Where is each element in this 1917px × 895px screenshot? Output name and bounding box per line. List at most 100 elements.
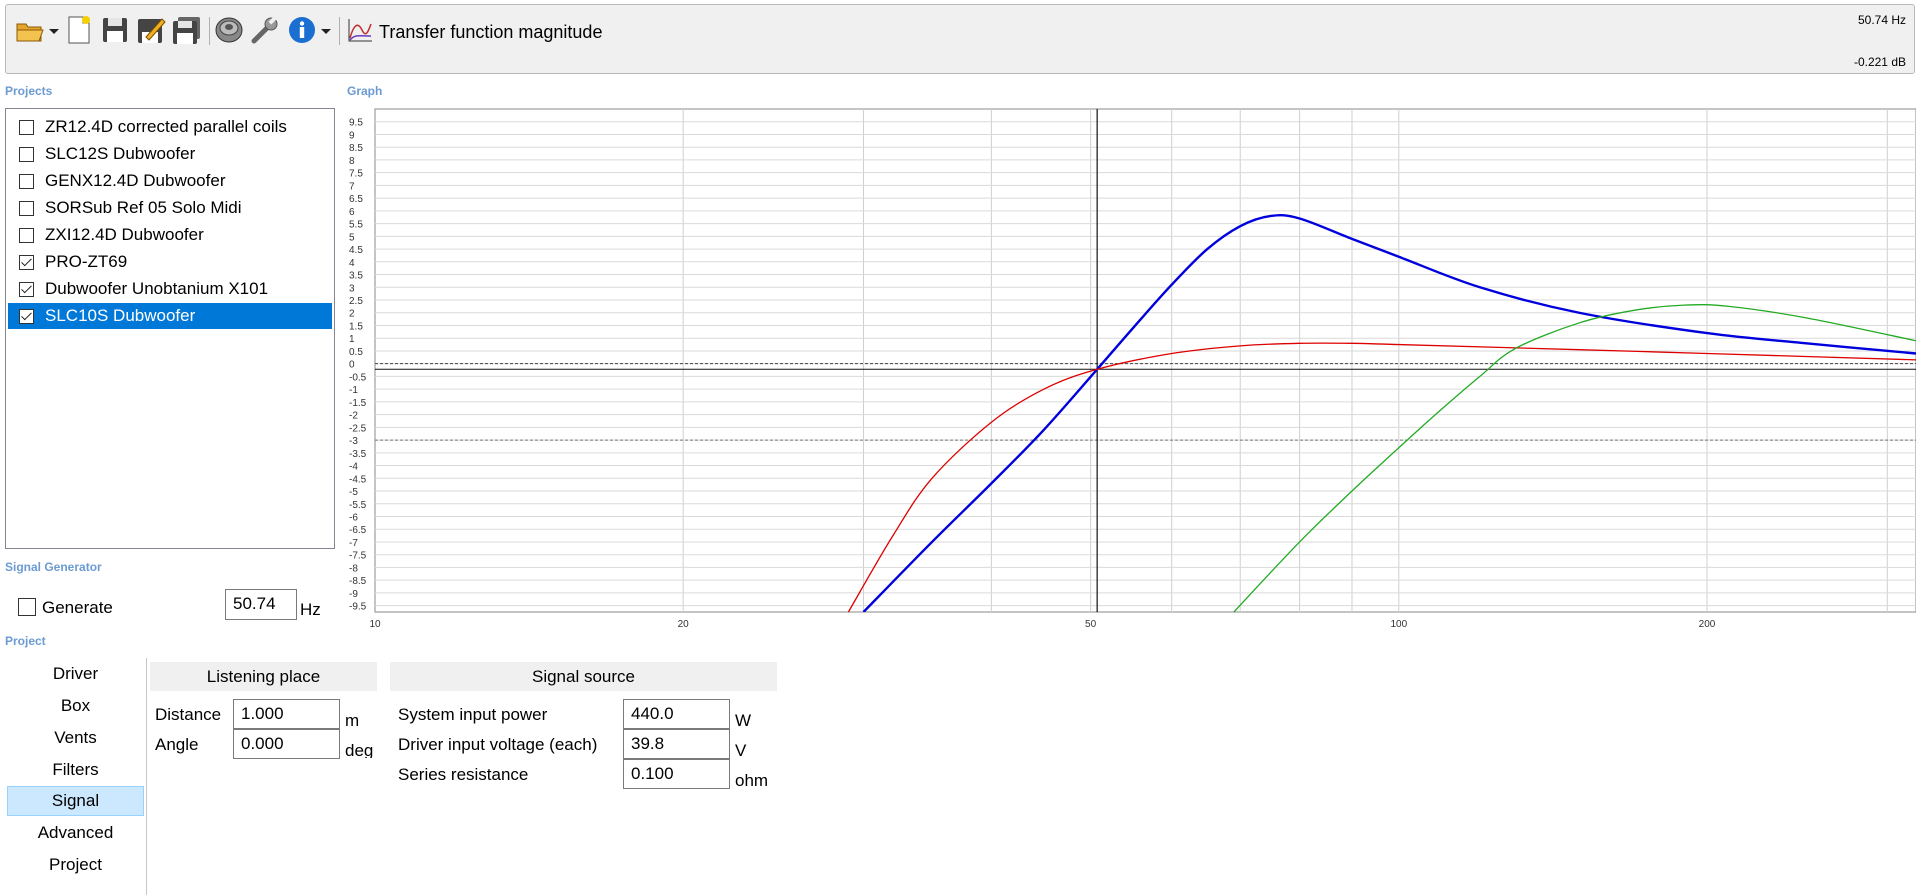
open-folder-icon[interactable]: [14, 13, 46, 47]
y-tick-label: -4.5: [349, 474, 367, 485]
tab-driver[interactable]: Driver: [7, 659, 144, 689]
speaker-icon[interactable]: [213, 13, 245, 47]
y-tick-label: 2: [349, 309, 355, 320]
listening-place-header: Listening place: [150, 662, 377, 691]
info-dropdown-arrow[interactable]: [321, 29, 331, 34]
y-tick-label: 1.5: [349, 321, 363, 332]
system-input-power-label: System input power: [398, 705, 548, 724]
save-icon[interactable]: [99, 13, 131, 47]
projects-list[interactable]: ZR12.4D corrected parallel coils SLC12S …: [5, 108, 335, 549]
angle-unit: deg: [345, 741, 374, 758]
y-tick-label: -5: [349, 487, 358, 498]
project-item[interactable]: GENX12.4D Dubwoofer: [8, 168, 332, 194]
project-item-selected[interactable]: SLC10S Dubwoofer: [8, 303, 332, 329]
y-tick-label: -3: [349, 436, 358, 447]
project-name: ZR12.4D corrected parallel coils: [45, 117, 287, 136]
y-tick-label: 6.5: [349, 194, 363, 205]
y-tick-label: 7: [349, 181, 355, 192]
x-tick-label: 10: [369, 619, 381, 630]
tabs-divider: [146, 658, 147, 895]
project-item[interactable]: PRO-ZT69: [8, 249, 332, 275]
tab-vents[interactable]: Vents: [7, 723, 144, 753]
project-item[interactable]: ZXI12.4D Dubwoofer: [8, 222, 332, 248]
y-tick-label: -9: [349, 589, 358, 600]
x-tick-label: 100: [1390, 619, 1407, 630]
y-tick-label: 3: [349, 283, 355, 294]
project-item[interactable]: SLC12S Dubwoofer: [8, 141, 332, 167]
save-all-icon[interactable]: [171, 13, 203, 47]
project-checkbox[interactable]: [19, 254, 34, 270]
tab-box[interactable]: Box: [7, 691, 144, 721]
y-tick-label: -5.5: [349, 500, 367, 511]
distance-unit: m: [345, 711, 360, 730]
project-name: PRO-ZT69: [45, 252, 128, 271]
y-tick-label: 2.5: [349, 296, 363, 307]
project-checkbox[interactable]: [19, 308, 34, 324]
project-item[interactable]: SORSub Ref 05 Solo Midi: [8, 195, 332, 221]
driver-input-voltage-input[interactable]: 39.8: [623, 729, 730, 759]
y-tick-label: 3.5: [349, 271, 363, 282]
y-tick-label: -2: [349, 411, 358, 422]
project-checkbox[interactable]: [19, 281, 34, 297]
y-tick-label: 9: [349, 130, 355, 141]
y-tick-label: -1.5: [349, 398, 367, 409]
project-name: ZXI12.4D Dubwoofer: [45, 225, 204, 244]
generate-label[interactable]: Generate: [42, 598, 113, 618]
project-name: GENX12.4D Dubwoofer: [45, 171, 226, 190]
tab-signal[interactable]: Signal: [7, 786, 144, 816]
save-as-icon[interactable]: [135, 13, 167, 47]
angle-input[interactable]: 0.000: [233, 729, 340, 759]
y-tick-label: 0: [349, 360, 355, 371]
project-checkbox[interactable]: [19, 173, 34, 189]
system-input-power-unit: W: [735, 711, 752, 730]
project-checkbox[interactable]: [19, 119, 34, 135]
y-tick-label: 5: [349, 232, 355, 243]
graph-icon[interactable]: [344, 13, 376, 47]
y-tick-label: -6: [349, 512, 358, 523]
project-panel-label: Project: [5, 634, 46, 648]
y-tick-label: 7.5: [349, 169, 363, 180]
graph-title[interactable]: Transfer function magnitude: [379, 22, 602, 43]
toolbar: Transfer function magnitude 50.74 Hz -0.…: [5, 4, 1915, 74]
projects-label: Projects: [5, 84, 53, 98]
tab-filters[interactable]: Filters: [7, 755, 144, 785]
transfer-function-chart[interactable]: 9.59 8.5 8 7.57 6.5 6 5.55 4.5 4 3.53 2.5 21.5 1 0.5 0…: [340, 100, 1916, 630]
generator-frequency-unit: Hz: [300, 600, 321, 619]
project-checkbox[interactable]: [19, 200, 34, 216]
y-tick-label: 9.5: [349, 118, 363, 129]
y-tick-label: -4: [349, 462, 358, 473]
angle-label: Angle: [155, 735, 199, 754]
project-item[interactable]: ZR12.4D corrected parallel coils: [8, 114, 332, 140]
x-tick-label: 50: [1085, 619, 1097, 630]
y-tick-label: -6.5: [349, 525, 367, 536]
y-tick-label: -8.5: [349, 576, 367, 587]
y-tick-label: -9.5: [349, 602, 367, 613]
y-tick-label: -8: [349, 563, 358, 574]
x-tick-label: 20: [678, 619, 690, 630]
wrench-icon[interactable]: [249, 13, 281, 47]
signal-source-header: Signal source: [390, 662, 777, 691]
distance-input[interactable]: 1.000: [233, 699, 340, 729]
project-item[interactable]: Dubwoofer Unobtanium X101: [8, 276, 332, 302]
open-dropdown-arrow[interactable]: [49, 29, 59, 34]
y-tick-label: 4: [349, 258, 355, 269]
y-tick-label: -1: [349, 385, 358, 396]
project-name: SLC12S Dubwoofer: [45, 144, 196, 163]
project-checkbox[interactable]: [19, 146, 34, 162]
y-tick-label: -0.5: [349, 372, 367, 383]
info-icon[interactable]: [286, 13, 318, 47]
graph-label: Graph: [347, 84, 383, 98]
new-document-icon[interactable]: [63, 13, 95, 47]
project-checkbox[interactable]: [19, 227, 34, 243]
tab-project[interactable]: Project: [7, 850, 144, 880]
tab-advanced[interactable]: Advanced: [7, 818, 144, 848]
system-input-power-input[interactable]: 440.0: [623, 699, 730, 729]
frequency-readout: 50.74 Hz: [1857, 13, 1906, 27]
generate-checkbox[interactable]: [18, 598, 36, 616]
generator-frequency-input[interactable]: 50.74: [225, 589, 297, 620]
y-tick-label: -3.5: [349, 449, 367, 460]
signal-generator-label: Signal Generator: [5, 560, 102, 574]
project-name: SLC10S Dubwoofer: [45, 306, 196, 325]
series-resistance-input[interactable]: 0.100: [623, 759, 730, 789]
y-tick-label: 1: [349, 334, 355, 345]
